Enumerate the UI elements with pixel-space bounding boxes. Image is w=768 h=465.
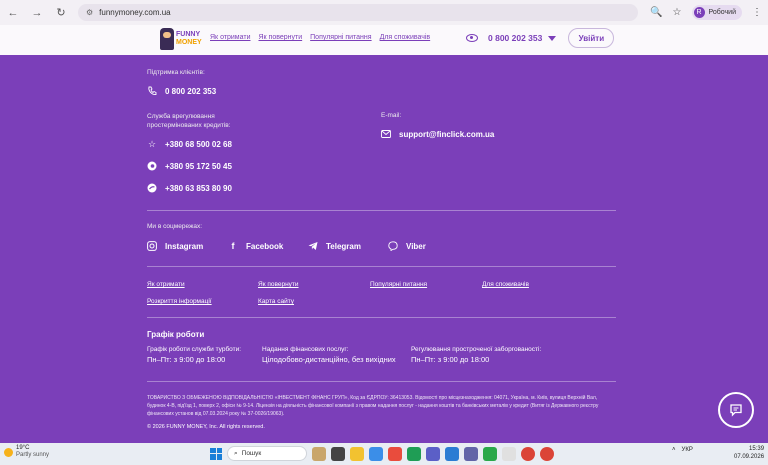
nav-how-to-repay[interactable]: Як повернути — [258, 34, 302, 41]
chrome-icon[interactable] — [540, 446, 554, 461]
mascot-icon — [160, 28, 174, 50]
nav-how-to-get[interactable]: Як отримати — [210, 34, 250, 41]
language-indicator[interactable]: УКР — [682, 447, 693, 453]
footer-link-consumers[interactable]: Для споживачів — [482, 281, 529, 288]
chat-button[interactable] — [718, 392, 754, 428]
overdue-phone-row[interactable]: +380 95 172 50 45 — [147, 161, 232, 171]
email-row[interactable]: support@finclick.com.ua — [381, 129, 494, 139]
app-icon[interactable] — [369, 446, 383, 461]
telegram-icon — [308, 241, 318, 251]
overdue-phone-3[interactable]: +380 63 853 80 90 — [165, 184, 232, 193]
site-info-icon[interactable]: ⚙ — [86, 8, 93, 17]
url-text: funnymoney.com.ua — [99, 8, 171, 17]
logo[interactable]: FUNNY MONEY — [160, 28, 202, 50]
kyivstar-icon: ☆ — [147, 138, 157, 149]
support-email[interactable]: support@finclick.com.ua — [399, 130, 494, 139]
profile-button[interactable]: R Робочий — [691, 5, 742, 20]
footer-link-faq[interactable]: Популярні питання — [370, 281, 427, 288]
schedule-services: Надання фінансових послуг: Цілодобово-ди… — [262, 346, 396, 364]
sun-icon — [4, 447, 13, 457]
zoom-icon[interactable]: 🔍 — [650, 7, 662, 18]
clock[interactable]: 15:39 07.09.2026 — [734, 446, 764, 461]
chevron-up-icon[interactable]: ˄ — [672, 447, 676, 453]
overdue-phone-1[interactable]: +380 68 500 02 68 — [165, 140, 232, 149]
search-icon: ⌕ — [234, 449, 238, 457]
social-label: Ми в соцмережах: — [147, 223, 203, 230]
schedule-title: Графік роботи — [147, 330, 205, 339]
footer-link-how-to-get[interactable]: Як отримати — [147, 281, 185, 288]
divider — [147, 266, 616, 267]
overdue-label: Служба врегулювання простермінованих кре… — [147, 113, 231, 129]
copyright: © 2026 FUNNY MONEY, Inc. All rights rese… — [147, 424, 265, 430]
nav-faq[interactable]: Популярні питання — [310, 34, 371, 41]
bookmark-star-icon[interactable]: ☆ — [673, 7, 682, 18]
logo-line1: FUNNY — [176, 31, 201, 38]
overdue-phone-row[interactable]: +380 63 853 80 90 — [147, 183, 232, 193]
back-icon[interactable]: ← — [6, 7, 20, 19]
schedule-support: Графік роботи служби турботи: Пн–Пт: з 9… — [147, 346, 242, 364]
taskbar-search[interactable]: ⌕ Пошук — [227, 446, 307, 461]
file-explorer-icon[interactable] — [350, 446, 364, 461]
app-icon[interactable] — [483, 446, 497, 461]
social-telegram[interactable]: Telegram — [308, 241, 361, 251]
overdue-phone-2[interactable]: +380 95 172 50 45 — [165, 162, 232, 171]
facebook-icon: f — [231, 241, 235, 251]
support-label: Підтримка клієнтів: — [147, 69, 205, 76]
profile-label: Робочий — [708, 9, 736, 16]
schedule-overdue: Регулювання простроченої заборгованості:… — [411, 346, 542, 364]
chevron-down-icon[interactable] — [548, 35, 557, 41]
vodafone-icon — [147, 161, 157, 171]
header-phone[interactable]: 0 800 202 353 — [488, 33, 542, 43]
nav-for-consumers[interactable]: Для споживачів — [380, 34, 431, 41]
mail-icon — [381, 129, 391, 139]
logo-line2: MONEY — [176, 39, 202, 46]
windows-start-icon[interactable] — [210, 447, 222, 460]
weather-widget[interactable]: 19°C Partly sunny — [4, 445, 49, 459]
support-phone[interactable]: 0 800 202 353 — [165, 87, 216, 96]
widget-app-icon[interactable] — [312, 446, 326, 461]
accessibility-eye-icon[interactable] — [466, 34, 478, 42]
forward-icon[interactable]: → — [30, 7, 44, 19]
edge-icon[interactable] — [407, 446, 421, 461]
instagram-icon — [147, 241, 157, 251]
system-tray: ˄ УКР — [672, 447, 693, 453]
browser-toolbar: ← → ↻ ⚙ funnymoney.com.ua 🔍 ☆ R Робочий … — [0, 0, 768, 25]
login-button[interactable]: Увійти — [568, 28, 615, 48]
footer-link-disclosure[interactable]: Розкриття інформації — [147, 298, 212, 305]
reload-icon[interactable]: ↻ — [54, 6, 68, 19]
viber-icon — [388, 241, 398, 251]
app-icon[interactable] — [445, 446, 459, 461]
divider — [147, 381, 616, 382]
app-icon[interactable] — [388, 446, 402, 461]
social-viber[interactable]: Viber — [388, 241, 426, 251]
social-instagram[interactable]: Instagram — [147, 241, 203, 251]
legal-text: ТОВАРИСТВО З ОБМЕЖЕНОЮ ВІДПОВІДАЛЬНІСТЮ … — [147, 395, 599, 417]
email-label: E-mail: — [381, 112, 402, 119]
footer-link-sitemap[interactable]: Карта сайту — [258, 298, 294, 305]
teams-icon[interactable] — [426, 446, 440, 461]
support-phone-row[interactable]: 0 800 202 353 — [147, 86, 216, 96]
divider — [147, 317, 616, 318]
address-bar[interactable]: ⚙ funnymoney.com.ua — [78, 4, 638, 21]
site-header: FUNNY MONEY Як отримати Як повернути Поп… — [0, 25, 768, 55]
overdue-phone-row[interactable]: ☆ +380 68 500 02 68 — [147, 139, 232, 149]
lifecell-icon — [147, 183, 157, 193]
phone-icon — [147, 86, 157, 96]
task-view-icon[interactable] — [331, 446, 345, 461]
taskbar: 19°C Partly sunny ⌕ Пошук ˄ УКР 15:39 07… — [0, 443, 768, 465]
footer-link-how-to-repay[interactable]: Як повернути — [258, 281, 299, 288]
chat-icon — [730, 404, 742, 417]
header-nav: Як отримати Як повернути Популярні питан… — [210, 34, 430, 41]
divider — [147, 210, 616, 211]
avatar: R — [693, 7, 705, 18]
app-icon[interactable] — [464, 446, 478, 461]
chrome-icon[interactable] — [521, 446, 535, 461]
social-facebook[interactable]: f Facebook — [228, 241, 284, 251]
app-icon[interactable] — [502, 446, 516, 461]
menu-icon[interactable]: ⋮ — [752, 7, 762, 18]
